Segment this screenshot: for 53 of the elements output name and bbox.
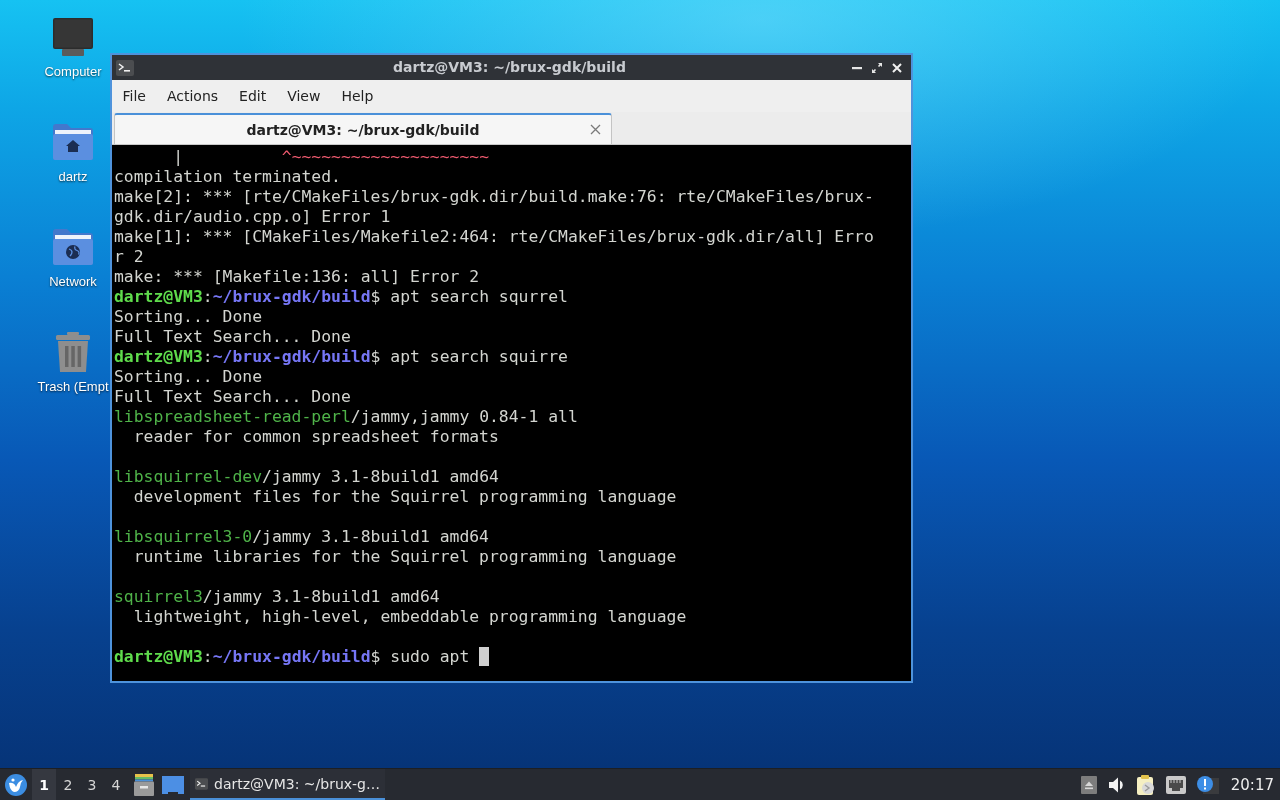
terminal-line: dartz@VM3:~/brux-gdk/build$ apt search squrrel [114, 287, 568, 307]
eject-icon[interactable] [1080, 775, 1097, 794]
terminal-icon [195, 775, 208, 792]
terminal-line: | ^~~~~~~~~~~~~~~~~~~~~ [172, 147, 489, 167]
alert-icon[interactable] [1196, 775, 1219, 794]
clipboard-icon[interactable] [1136, 774, 1155, 795]
terminal-line: libspreadsheet-read-perl/jammy,jammy 0.84-1 all [114, 407, 578, 427]
terminal-line: compilation terminated. [114, 167, 341, 187]
taskbar-window-button[interactable]: dartz@VM3: ~/brux-g… [190, 769, 385, 800]
clock-time[interactable]: 20:17 [1230, 775, 1274, 794]
menu-item[interactable]: File [112, 80, 157, 112]
terminal-line: gdk.dir/audio.cpp.o] Error 1 [114, 207, 391, 227]
workspace-button[interactable]: 3 [80, 769, 104, 800]
terminal-line: make[1]: *** [CMakeFiles/Makefile2:464: rte/CMakeFiles/brux-gdk.dir/all] Erro [114, 227, 874, 247]
terminal-line: Full Text Search... Done [114, 387, 351, 407]
desktop-icon-label[interactable]: Network [49, 274, 97, 290]
terminal-tab[interactable]: dartz@VM3: ~/brux-gdk/build [114, 113, 612, 144]
terminal-line: development files for the Squirrel programming language [132, 487, 677, 507]
window-title: dartz@VM3: ~/brux-gdk/build [392, 58, 627, 77]
home-folder-icon[interactable] [53, 124, 93, 160]
terminal-line: lightweight, high-level, embeddable programming language [132, 607, 687, 627]
terminal-line: Full Text Search... Done [114, 327, 351, 347]
terminal-line: Sorting... Done [114, 367, 263, 387]
maximize-icon[interactable] [871, 61, 883, 74]
workspace-button[interactable]: 2 [56, 769, 80, 800]
menu-item[interactable]: View [276, 80, 331, 112]
ethernet-port-icon[interactable] [1165, 775, 1186, 794]
file-drawer-icon[interactable] [134, 773, 154, 796]
menu-item[interactable]: Help [330, 80, 384, 112]
terminal-line: libsquirrel-dev/jammy 3.1-8build1 amd64 [114, 467, 499, 487]
monitor-icon[interactable] [53, 18, 93, 56]
desktop-icon-label[interactable]: Trash (Empt [37, 379, 109, 395]
volume-icon[interactable] [1107, 776, 1126, 793]
menu-item[interactable]: Actions [156, 80, 229, 112]
network-folder-icon[interactable] [53, 229, 93, 265]
bird-icon[interactable] [5, 773, 27, 796]
terminal-line: libsquirrel3-0/jammy 3.1-8build1 amd64 [114, 527, 489, 547]
terminal-line: Sorting... Done [114, 307, 263, 327]
terminal-line: reader for common spreadsheet formats [132, 427, 499, 447]
terminal-line: r 2 [114, 247, 144, 267]
terminal-line: make[2]: *** [rte/CMakeFiles/brux-gdk.dir/build.make:76: rte/CMakeFiles/brux- [114, 187, 874, 207]
terminal-line: make: *** [Makefile:136: all] Error 2 [114, 267, 480, 287]
workspace-button[interactable]: 1 [32, 769, 56, 800]
close-tab-icon[interactable] [590, 124, 601, 135]
terminal-line: dartz@VM3:~/brux-gdk/build$ apt search squirre [114, 347, 568, 367]
terminal-line: runtime libraries for the Squirrel programming language [132, 547, 677, 567]
workspace-button[interactable]: 4 [104, 769, 128, 800]
terminal-line: dartz@VM3:~/brux-gdk/build$ sudo apt [114, 647, 471, 667]
terminal-icon[interactable] [116, 59, 134, 76]
terminal-line: squirrel3/jammy 3.1-8build1 amd64 [114, 587, 440, 607]
menu-item[interactable]: Edit [228, 80, 277, 112]
close-icon[interactable] [891, 61, 903, 74]
screen-icon[interactable] [162, 775, 184, 794]
